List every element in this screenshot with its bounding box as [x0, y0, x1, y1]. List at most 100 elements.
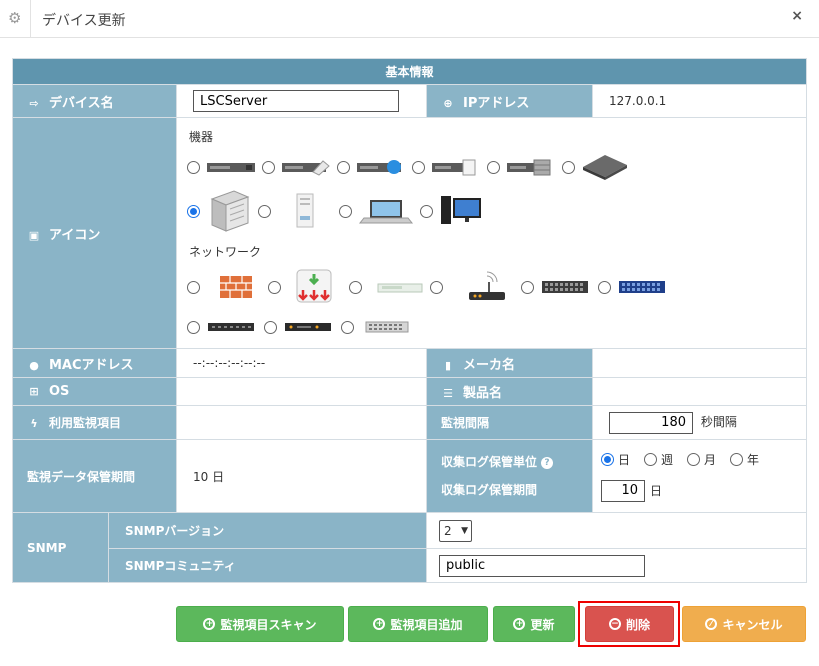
rack-server-lock-icon — [282, 160, 330, 176]
device-name-input[interactable] — [193, 90, 399, 112]
interval-label: 監視間隔 — [426, 405, 593, 440]
icon-option-rack-server-db[interactable] — [487, 158, 556, 176]
rack-server-icon — [207, 163, 255, 172]
hub-icon — [377, 283, 423, 293]
icon-option-rack-server-doc[interactable] — [412, 158, 481, 176]
radio-rack-server-doc[interactable] — [412, 160, 425, 174]
radio-patch-panel[interactable] — [187, 320, 200, 334]
ip-value: 127.0.0.1 — [591, 84, 808, 118]
radio-hub[interactable] — [349, 280, 362, 294]
icon-option-switch-gray[interactable] — [341, 320, 412, 334]
radio-rack-server[interactable] — [187, 160, 200, 174]
device-icons-row-2 — [187, 189, 806, 233]
device-icons-row-1 — [187, 153, 806, 181]
help-icon[interactable]: ? — [541, 456, 554, 469]
monitor-items-label: ϟ 利用監視項目 — [12, 405, 177, 440]
appliance-icon — [583, 155, 627, 180]
radio-log-unit-week[interactable] — [644, 452, 658, 466]
icon-option-tower-server[interactable] — [187, 189, 252, 233]
switch-icon — [542, 281, 588, 293]
ban-icon: ⁄ — [705, 618, 718, 630]
icon-option-router[interactable] — [268, 268, 343, 306]
radio-log-unit-year[interactable] — [730, 452, 744, 466]
radio-rack-server-globe[interactable] — [337, 160, 350, 174]
snmp-version-cell: 2 ▼ — [425, 512, 808, 549]
icon-option-rack-server-lock[interactable] — [262, 158, 331, 176]
log-unit-label: 収集ログ保管単位? — [441, 448, 592, 476]
radio-rack-server-db[interactable] — [487, 160, 500, 174]
section-header: 基本情報 — [11, 58, 808, 85]
product-label: ☰ 製品名 — [426, 377, 593, 406]
radio-laptop[interactable] — [339, 204, 352, 218]
globe-icon: ⊕ — [443, 96, 453, 110]
log-unit-radios: 日 週 月 年 — [593, 451, 806, 468]
radio-tower-pc[interactable] — [258, 204, 271, 218]
log-settings-cell: 日 週 月 年 日 — [591, 439, 808, 513]
snmp-community-input[interactable] — [439, 554, 645, 577]
icon-option-rack-server-globe[interactable] — [337, 158, 406, 176]
icon-option-tower-pc[interactable] — [258, 192, 333, 230]
snmp-label: SNMP — [12, 512, 109, 583]
delete-highlight-box — [578, 601, 680, 647]
log-settings-label: 収集ログ保管単位? 収集ログ保管期間 — [426, 439, 593, 513]
retention-value: 10 日 — [176, 439, 427, 513]
radio-log-unit-day[interactable] — [601, 452, 614, 466]
radio-switch-blue[interactable] — [598, 280, 611, 294]
interval-input[interactable] — [609, 411, 693, 434]
radio-router[interactable] — [268, 280, 281, 294]
add-monitor-button[interactable]: + 監視項目追加 — [348, 606, 488, 642]
icon-option-patch-panel[interactable] — [187, 320, 258, 334]
radio-tower-server[interactable] — [187, 204, 200, 218]
rack-server-doc-icon — [432, 159, 476, 176]
laptop-icon — [358, 200, 414, 224]
log-unit-year[interactable]: 年 — [730, 451, 763, 468]
snmp-version-select[interactable]: 2 ▼ — [439, 519, 472, 542]
dialog-titlebar: ⚙ デバイス更新 × — [0, 0, 819, 38]
radio-switch-gray[interactable] — [341, 320, 354, 334]
product-value — [591, 377, 808, 406]
icon-option-hub[interactable] — [349, 277, 424, 297]
mac-label: ● MACアドレス — [12, 348, 177, 378]
icon-option-firewall[interactable] — [187, 270, 262, 304]
icon-option-switch-blue[interactable] — [598, 278, 669, 296]
patch-panel-icon — [208, 323, 254, 331]
icon-option-appliance[interactable] — [562, 153, 629, 181]
image-icon: ▣ — [28, 228, 40, 242]
snmp-version-label: SNMPバージョン — [108, 512, 427, 549]
radio-log-unit-month[interactable] — [687, 452, 701, 466]
globe-icon: ● — [29, 358, 39, 372]
network-group-label: ネットワーク — [189, 245, 262, 259]
icon-option-laptop[interactable] — [339, 196, 414, 226]
wifi-router-icon — [469, 271, 505, 300]
radio-wifi-router[interactable] — [430, 280, 443, 294]
icon-option-switch[interactable] — [521, 278, 592, 296]
radio-modem[interactable] — [264, 320, 277, 334]
log-period-input[interactable] — [601, 479, 645, 502]
windows-icon: ⊞ — [29, 385, 39, 398]
snmp-community-cell — [425, 548, 808, 583]
chevron-down-icon: ▼ — [461, 525, 468, 536]
icon-option-wifi-router[interactable] — [430, 268, 515, 306]
gear-icon: ⚙ — [8, 9, 22, 27]
icon-option-desktop[interactable] — [420, 194, 485, 228]
icon-option-modem[interactable] — [264, 320, 335, 334]
log-unit-day[interactable]: 日 — [601, 451, 634, 468]
router-icon — [296, 269, 332, 303]
log-period-unit: 日 — [650, 484, 663, 498]
scan-button[interactable]: + 監視項目スキャン — [176, 606, 344, 642]
rack-server-db-icon — [507, 159, 551, 176]
radio-firewall[interactable] — [187, 280, 200, 294]
radio-rack-server-lock[interactable] — [262, 160, 275, 174]
close-icon[interactable]: × — [791, 8, 803, 24]
rack-server-globe-icon — [357, 160, 401, 174]
cancel-button[interactable]: ⁄ キャンセル — [682, 606, 806, 642]
monitor-items-value — [176, 405, 427, 440]
radio-switch[interactable] — [521, 280, 534, 294]
update-button[interactable]: + 更新 — [493, 606, 575, 642]
log-period-row: 日 — [593, 479, 806, 502]
icon-option-rack-server[interactable] — [187, 159, 256, 175]
log-unit-week[interactable]: 週 — [644, 451, 677, 468]
log-unit-month[interactable]: 月 — [687, 451, 720, 468]
radio-desktop[interactable] — [420, 204, 433, 218]
radio-appliance[interactable] — [562, 160, 575, 174]
